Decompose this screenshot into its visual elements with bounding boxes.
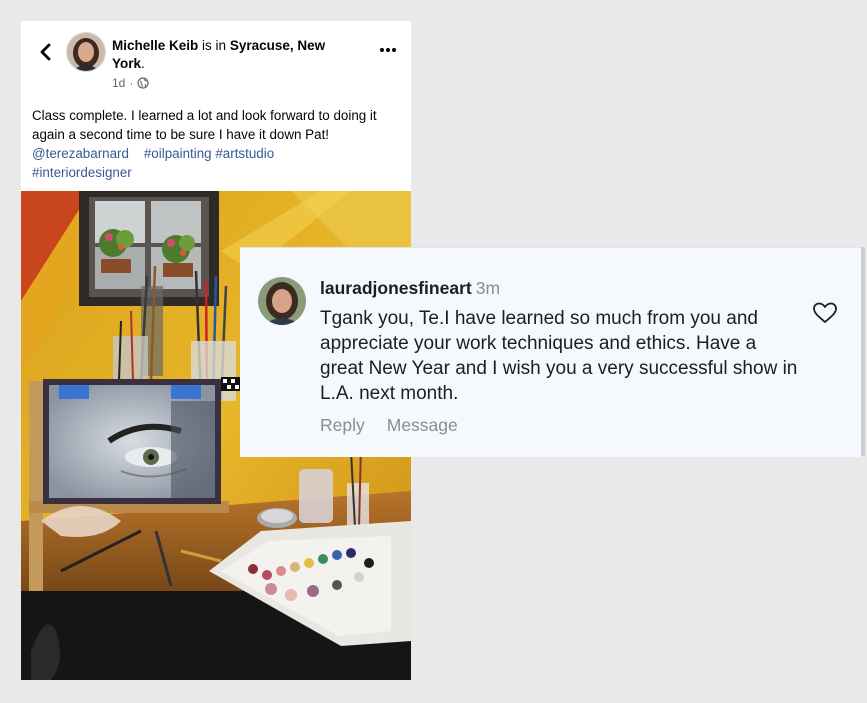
- chevron-left-icon: [40, 43, 51, 61]
- post-header: Michelle Keib is in Syracuse, New York. …: [21, 21, 411, 111]
- commenter-avatar[interactable]: [258, 277, 306, 325]
- more-horizontal-icon: [380, 48, 396, 52]
- reply-button[interactable]: Reply: [320, 415, 365, 436]
- post-age[interactable]: 1d: [112, 76, 125, 90]
- globe-icon: [137, 77, 149, 89]
- location-period: .: [141, 56, 145, 71]
- hashtag-link[interactable]: #oilpainting: [144, 146, 212, 161]
- post-meta: 1d ·: [112, 76, 352, 90]
- is-in-text: is in: [202, 38, 227, 53]
- caption-text: Class complete. I learned a lot and look…: [32, 108, 377, 142]
- meta-separator: ·: [129, 76, 134, 90]
- comment-card-edge: [861, 247, 865, 456]
- back-button[interactable]: [35, 41, 55, 63]
- post-header-text: Michelle Keib is in Syracuse, New York. …: [112, 37, 352, 90]
- heart-outline-icon[interactable]: [812, 301, 838, 325]
- avatar[interactable]: [66, 32, 106, 72]
- comment-actions: Reply Message: [320, 415, 458, 436]
- comment-card: lauradjonesfineart 3m Tgank you, Te.I hav…: [240, 247, 861, 457]
- comment-time: 3m: [475, 278, 501, 298]
- more-options-button[interactable]: [379, 41, 397, 53]
- post-caption: Class complete. I learned a lot and look…: [32, 106, 402, 182]
- comment-header: lauradjonesfineart 3m: [320, 278, 500, 299]
- hashtag-link[interactable]: #interiordesigner: [32, 165, 132, 180]
- commenter-username[interactable]: lauradjonesfineart: [320, 278, 472, 298]
- hashtag-link[interactable]: #artstudio: [215, 146, 274, 161]
- mention-link[interactable]: @terezabarnard: [32, 146, 129, 161]
- message-button[interactable]: Message: [387, 415, 458, 436]
- comment-text: Tgank you, Te.I have learned so much fro…: [320, 308, 798, 404]
- author-name[interactable]: Michelle Keib: [112, 38, 198, 53]
- author-line: Michelle Keib is in Syracuse, New York.: [112, 37, 352, 73]
